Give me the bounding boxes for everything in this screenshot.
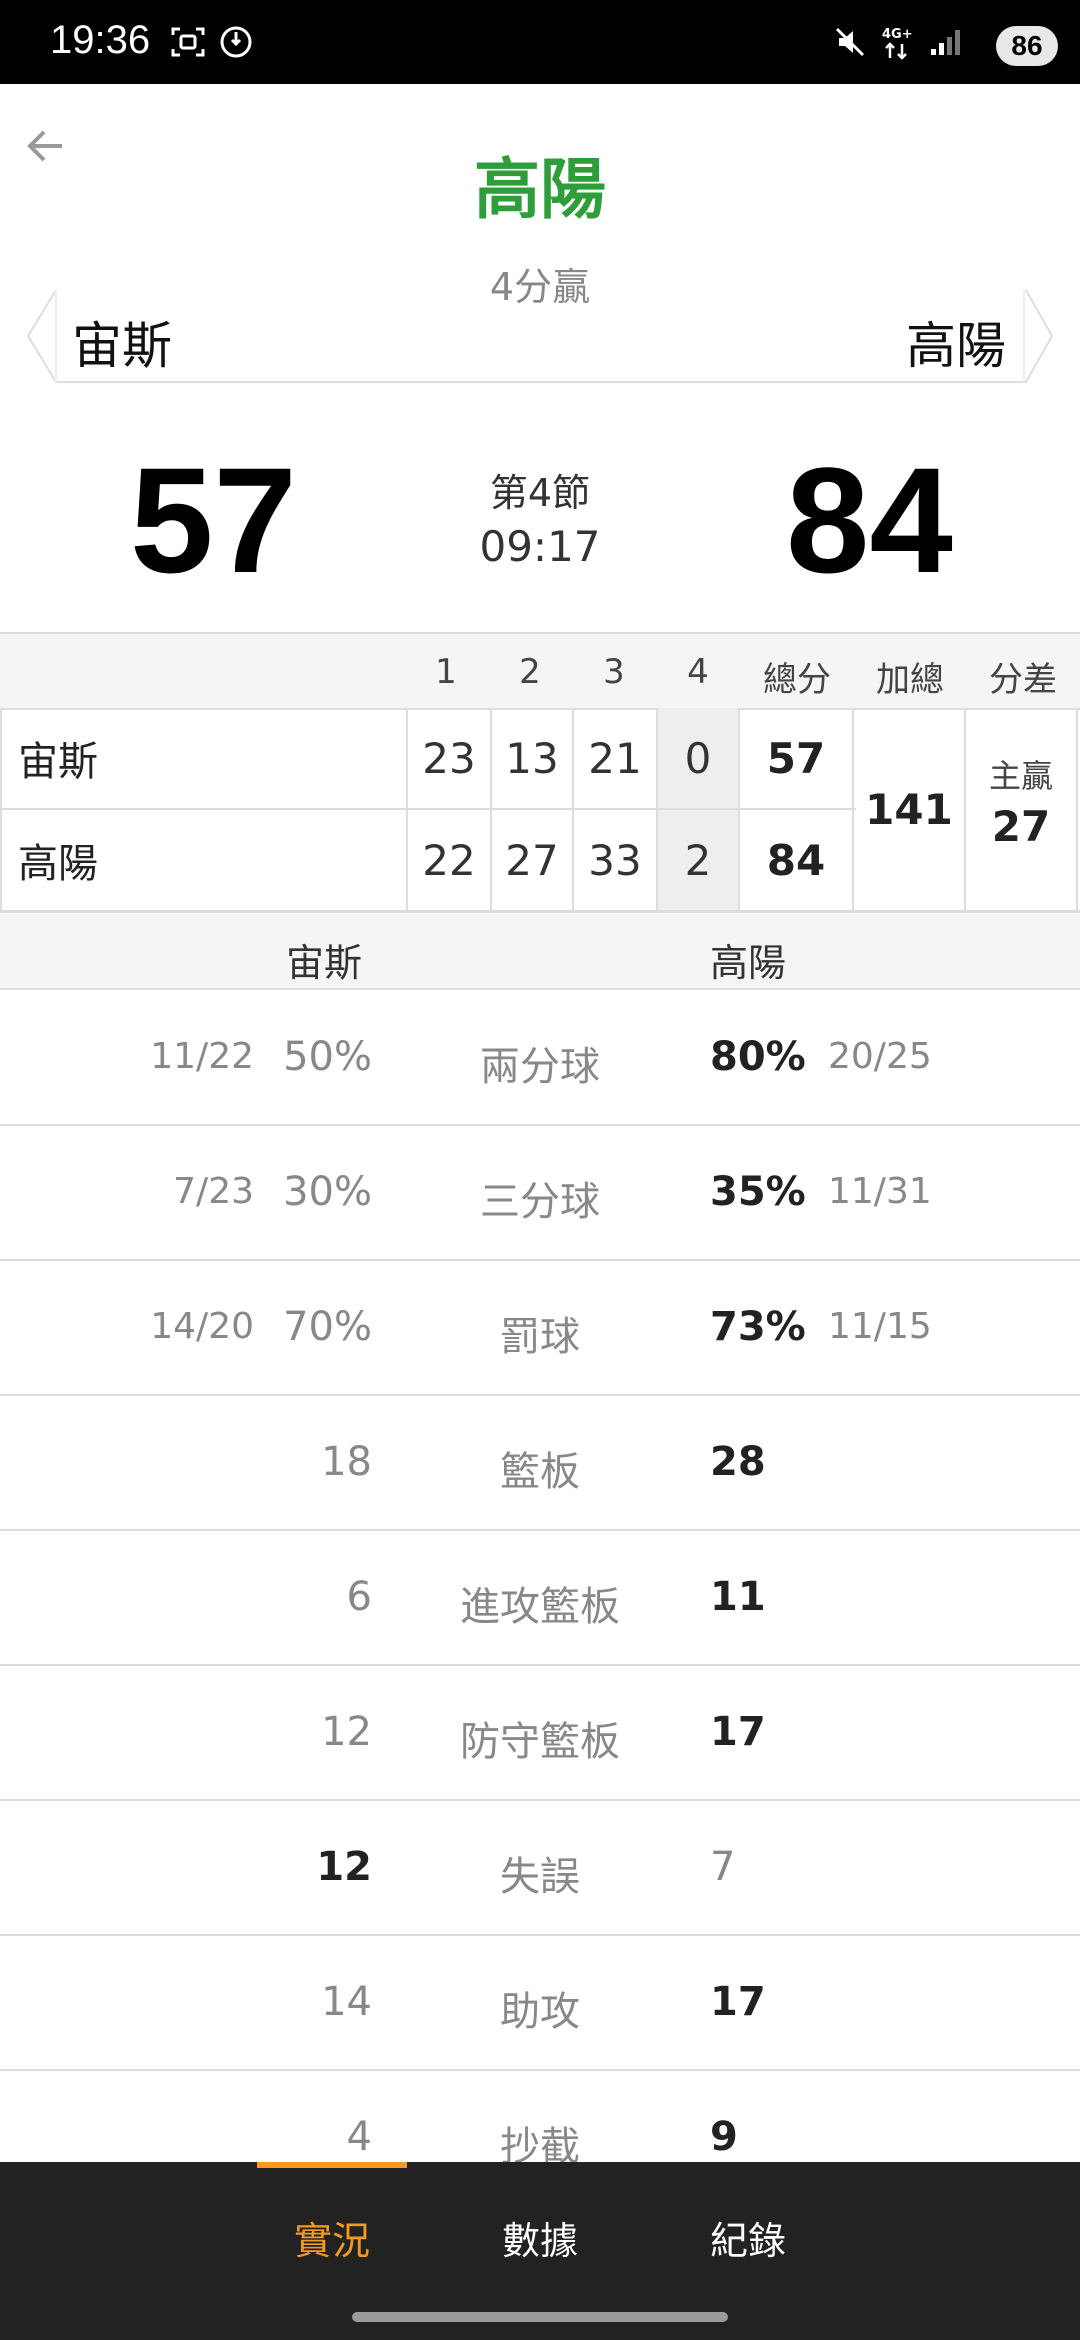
box-row-team-away: 宙斯 [18,739,98,785]
stats-home-team: 高陽 [710,941,787,985]
box-diff-label: 主贏 [988,757,1053,795]
stat-name: 進攻籃板 [460,1584,620,1630]
header-combined: 加總 [876,660,944,700]
stat-home-value: 9 [710,2114,738,2160]
tab-records[interactable]: 紀錄 [668,2210,828,2265]
svg-text:4G+: 4G+ [882,27,913,42]
stat-row: 12 失誤 7 [0,1800,1080,1936]
header-q1: 1 [435,652,457,692]
stat-home-value: 35% [710,1169,806,1215]
tab-live[interactable]: 實況 [252,2210,412,2265]
stat-name: 防守籃板 [460,1719,620,1765]
stat-row: 7/23 30% 三分球 35% 11/31 [0,1125,1080,1261]
stat-row: 14 助攻 17 [0,1935,1080,2071]
box-score-body: 宙斯 23 13 21 0 57 高陽 22 27 33 2 84 141 主贏… [0,708,1080,913]
screenshot-icon [166,22,210,62]
away-team-name: 宙斯 [72,317,172,375]
stat-home-fraction: 11/31 [828,1171,932,1212]
stat-row: 18 籃板 28 [0,1395,1080,1531]
header-total: 總分 [763,660,831,700]
box-row-team-home: 高陽 [18,841,98,887]
box-away-q2: 13 [505,733,559,783]
box-score-header: 1 2 3 4 總分 加總 分差 [0,632,1080,710]
home-indicator[interactable] [352,2312,728,2322]
box-away-q4: 0 [684,733,712,783]
status-bar: 19:36 4G+ 86 [0,0,1080,84]
box-away-total: 57 [766,733,826,783]
stat-row: 6 進攻籃板 11 [0,1530,1080,1666]
stat-home-value: 28 [710,1439,766,1485]
active-tab-indicator [257,2162,407,2168]
stat-home-fraction: 20/25 [828,1036,932,1077]
bottom-nav: 實況 數據 紀錄 [0,2162,1080,2340]
home-team-name: 高陽 [906,317,1006,375]
box-home-q4: 2 [684,835,712,885]
battery-indicator: 86 [996,26,1058,66]
signal-icon [924,22,968,62]
box-home-q1: 22 [422,835,476,885]
stat-home-value: 11 [710,1574,766,1620]
status-time: 19:36 [50,18,151,62]
box-away-q1: 23 [422,733,476,783]
stat-name: 助攻 [500,1989,580,2035]
stat-home-value: 7 [710,1844,736,1890]
stat-home-value: 80% [710,1034,806,1080]
home-score: 84 [786,436,953,604]
stat-name: 失誤 [500,1854,580,1900]
header-q2: 2 [519,652,541,692]
stat-home-value: 17 [710,1709,766,1755]
stats-away-team: 宙斯 [286,941,363,985]
network-4g-icon: 4G+ [876,22,920,62]
team-banner [26,284,1054,388]
box-home-q3: 33 [588,835,642,885]
box-home-total: 84 [766,835,826,885]
location-icon [214,22,258,62]
stat-home-fraction: 11/15 [828,1306,932,1347]
box-score-table: 1 2 3 4 總分 加總 分差 宙斯 23 13 21 0 57 高陽 22 … [0,632,1080,913]
stat-row: 11/22 50% 兩分球 80% 20/25 [0,990,1080,1126]
header-q3: 3 [603,652,625,692]
stat-home-value: 17 [710,1979,766,2025]
box-home-q2: 27 [505,835,559,885]
stat-row: 12 防守籃板 17 [0,1665,1080,1801]
stat-row: 14/20 70% 罰球 73% 11/15 [0,1260,1080,1396]
stat-home-value: 73% [710,1304,806,1350]
box-away-q3: 21 [588,733,642,783]
stat-name: 籃板 [500,1449,580,1495]
header-q4: 4 [687,652,709,692]
box-combined-score: 141 [865,784,953,834]
box-diff-value: 27 [991,801,1051,851]
tab-data[interactable]: 數據 [460,2210,620,2265]
header-diff: 分差 [989,660,1057,700]
stats-header: 宙斯 高陽 [0,914,1080,990]
mute-icon [828,22,872,62]
winner-title: 高陽 [474,151,606,228]
